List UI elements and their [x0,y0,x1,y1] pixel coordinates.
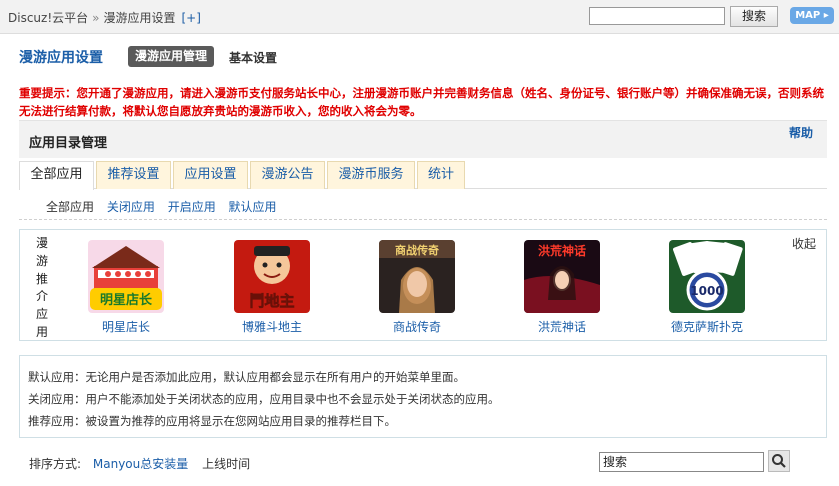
app-name[interactable]: 商战传奇 [367,318,467,335]
doudizhu-icon[interactable]: 鬥地主 [234,240,310,313]
info-box: 默认应用：无论用户是否添加此应用，默认应用都会显示在所有用户的开始菜单里面。 关… [19,355,827,438]
recommended-label-char: 用 [35,324,48,339]
section-header: 应用目录管理 [19,120,827,158]
app-card[interactable]: 1000 德克萨斯扑克 [657,240,757,335]
info-closed-apps: 关闭应用：用户不能添加处于关闭状态的应用，应用目录中也不会显示处于关闭状态的应用… [28,392,500,406]
tab-roaming-announcement[interactable]: 漫游公告 [250,161,325,189]
app-card[interactable]: 明星店长 明星店长 [76,240,176,335]
info-default-apps: 默认应用：无论用户是否添加此应用，默认应用都会显示在所有用户的开始菜单里面。 [28,370,465,384]
filter-open-apps[interactable]: 开启应用 [168,200,216,214]
breadcrumb: Discuz!云平台 » 漫游应用设置 [+] [8,9,201,26]
important-notice: 重要提示：您开通了漫游应用，请进入漫游币支付服务站长中心，注册漫游币账户并完善财… [19,86,824,118]
top-search-button[interactable]: 搜索 [730,6,778,27]
tab-all-apps[interactable]: 全部应用 [19,161,94,190]
filter-closed-apps[interactable]: 关闭应用 [107,200,155,214]
app-search-button[interactable] [768,450,790,472]
sort-by-installs[interactable]: Manyou总安装量 [93,457,188,471]
collapse-link[interactable]: 收起 [792,235,816,252]
app-tabs: 全部应用 推荐设置 应用设置 漫游公告 漫游币服务 统计 [19,160,827,190]
app-card[interactable]: 洪荒神话 洪荒神话 [512,240,612,335]
business-icon-text: 商战传奇 [395,243,439,257]
star-shop-icon[interactable]: 明星店长 [88,240,164,313]
poker-icon-text: 1000 [690,284,723,298]
info-recommended-apps: 推荐应用：被设置为推荐的应用将显示在您网站应用目录的推荐栏目下。 [28,414,396,428]
star-shop-icon-text: 明星店长 [100,292,153,308]
tab-app-settings[interactable]: 应用设置 [173,161,248,189]
breadcrumb-root[interactable]: Discuz!云平台 [8,11,88,25]
tab-basic-settings[interactable]: 基本设置 [229,49,277,66]
recommended-label-char: 介 [35,289,48,304]
top-search-input[interactable] [589,7,725,25]
help-link[interactable]: 帮助 [789,124,813,141]
tab-recommend-settings[interactable]: 推荐设置 [96,161,171,189]
app-card[interactable]: 商战传奇 商战传奇 [367,240,467,335]
myth-icon-text: 洪荒神话 [538,243,586,258]
app-name[interactable]: 德克萨斯扑克 [657,318,757,335]
filter-row: 全部应用 关闭应用 开启应用 默认应用 [46,198,286,215]
breadcrumb-separator: » [92,11,100,25]
recommended-apps-box: 漫 游 推 介 应 用 收起 明星店长 明星店长 鬥地主 博雅斗地主 商战传奇 … [19,229,827,341]
top-bar: Discuz!云平台 » 漫游应用设置 [+] 搜索 MAP ▸ [0,0,839,34]
recommended-label-char: 推 [35,271,48,286]
search-icon [772,454,786,468]
filter-default-apps[interactable]: 默认应用 [229,200,277,214]
business-legend-icon[interactable]: 商战传奇 [379,240,455,313]
myth-icon[interactable]: 洪荒神话 [524,240,600,313]
app-name[interactable]: 博雅斗地主 [222,318,322,335]
recommended-label-char: 漫 [35,236,48,250]
section-title: 应用目录管理 [29,136,108,151]
breadcrumb-current: 漫游应用设置 [103,11,176,25]
recommended-label: 漫 游 推 介 应 用 [35,235,49,342]
sort-row: 排序方式: Manyou总安装量 上线时间 [29,455,250,472]
app-search-input[interactable]: 搜索 [599,452,764,472]
add-shortcut-link[interactable]: [+] [182,11,201,25]
poker-icon[interactable]: 1000 [669,240,745,313]
app-card[interactable]: 鬥地主 博雅斗地主 [222,240,322,335]
filter-all-apps[interactable]: 全部应用 [46,200,94,214]
recommended-label-char: 应 [35,307,48,322]
recommended-label-char: 游 [35,253,48,268]
divider [19,219,827,220]
tab-roaming-coin-service[interactable]: 漫游币服务 [327,161,415,189]
tab-statistics[interactable]: 统计 [417,161,465,189]
sort-label: 排序方式: [29,457,82,471]
page-title: 漫游应用设置 [19,50,103,66]
doudizhu-icon-text: 鬥地主 [249,292,294,310]
tab-roaming-app-manage[interactable]: 漫游应用管理 [128,46,215,67]
map-button[interactable]: MAP ▸ [790,7,834,24]
sort-by-time[interactable]: 上线时间 [202,457,250,471]
app-name[interactable]: 明星店长 [76,318,176,335]
app-name[interactable]: 洪荒神话 [512,318,612,335]
